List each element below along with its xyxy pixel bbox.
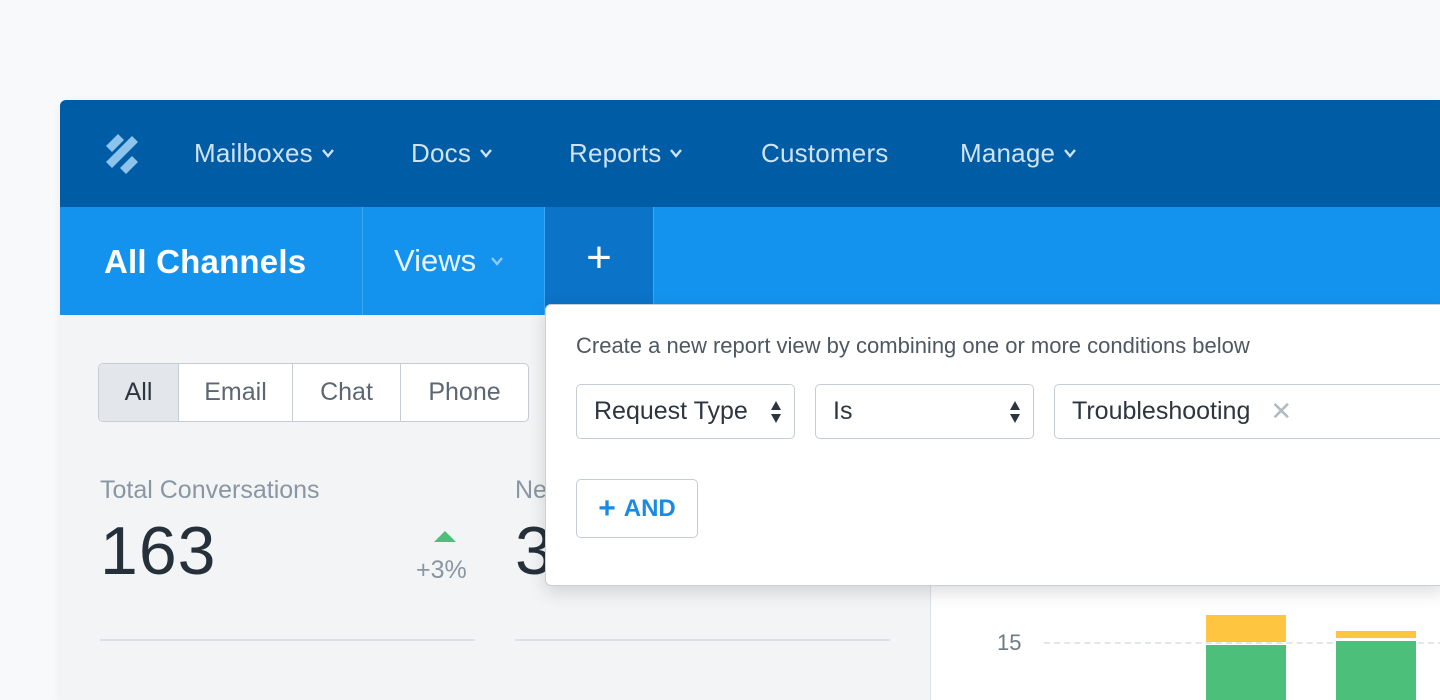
second-stat-label: Ne	[515, 476, 547, 504]
chevron-down-icon	[670, 149, 683, 158]
divider	[653, 207, 654, 315]
chevron-down-icon	[321, 149, 334, 158]
nav-mailboxes[interactable]: Mailboxes	[194, 136, 335, 170]
chevron-down-icon	[491, 257, 504, 266]
total-conversations-label: Total Conversations	[100, 476, 320, 504]
help-scout-logo-icon[interactable]	[102, 132, 142, 176]
condition-field-value: Request Type	[594, 397, 748, 425]
top-navigation: Mailboxes Docs Reports Customers Manage	[60, 100, 1440, 207]
plus-icon: +	[586, 233, 612, 282]
close-icon[interactable]: ✕	[1270, 396, 1292, 427]
add-view-button[interactable]: +	[545, 207, 653, 315]
condition-value-input[interactable]: Troubleshooting ✕	[1054, 384, 1440, 439]
bar-segment-yellow	[1206, 615, 1286, 642]
trend-percentage: +3%	[416, 556, 467, 584]
divider	[362, 207, 363, 315]
trend-up-icon	[434, 531, 456, 542]
report-subbar: All Channels Views +	[60, 207, 1440, 315]
page-title: All Channels	[104, 243, 307, 280]
popover-description: Create a new report view by combining on…	[576, 333, 1250, 358]
views-label: Views	[394, 243, 477, 278]
nav-mailboxes-label: Mailboxes	[194, 137, 313, 168]
nav-reports[interactable]: Reports	[569, 136, 683, 170]
divider	[515, 639, 890, 641]
nav-docs[interactable]: Docs	[411, 136, 493, 170]
condition-field-select[interactable]: Request Type	[576, 384, 795, 439]
filter-email[interactable]: Email	[179, 364, 293, 421]
bar-segment-green	[1206, 645, 1286, 700]
plus-icon: +	[598, 491, 616, 525]
y-axis-tick: 15	[997, 630, 1022, 655]
total-conversations-value: 163	[100, 513, 217, 589]
nav-manage[interactable]: Manage	[960, 136, 1077, 170]
nav-customers-label: Customers	[761, 137, 889, 168]
bar-segment-yellow	[1336, 631, 1416, 638]
channel-filter: All Email Chat Phone	[98, 363, 529, 422]
new-view-popover: Create a new report view by combining on…	[545, 304, 1440, 586]
divider	[100, 639, 475, 641]
chevron-down-icon	[1064, 149, 1077, 158]
nav-reports-label: Reports	[569, 137, 662, 168]
filter-all[interactable]: All	[99, 364, 179, 421]
chart-panel: 15	[930, 580, 1440, 700]
select-updown-icon	[771, 401, 781, 423]
chevron-down-icon	[480, 149, 492, 158]
and-label: AND	[623, 494, 676, 522]
condition-operator-select[interactable]: Is	[815, 384, 1034, 439]
nav-customers[interactable]: Customers	[761, 136, 889, 170]
add-and-condition-button[interactable]: + AND	[576, 479, 698, 538]
filter-chat[interactable]: Chat	[293, 364, 401, 421]
nav-manage-label: Manage	[960, 137, 1056, 168]
nav-docs-label: Docs	[411, 137, 472, 168]
bar-segment-green	[1336, 641, 1416, 700]
select-updown-icon	[1010, 401, 1020, 423]
views-dropdown[interactable]: Views	[394, 243, 504, 279]
filter-phone[interactable]: Phone	[401, 364, 528, 421]
condition-value-tag: Troubleshooting	[1072, 397, 1251, 425]
condition-operator-value: Is	[833, 397, 853, 425]
